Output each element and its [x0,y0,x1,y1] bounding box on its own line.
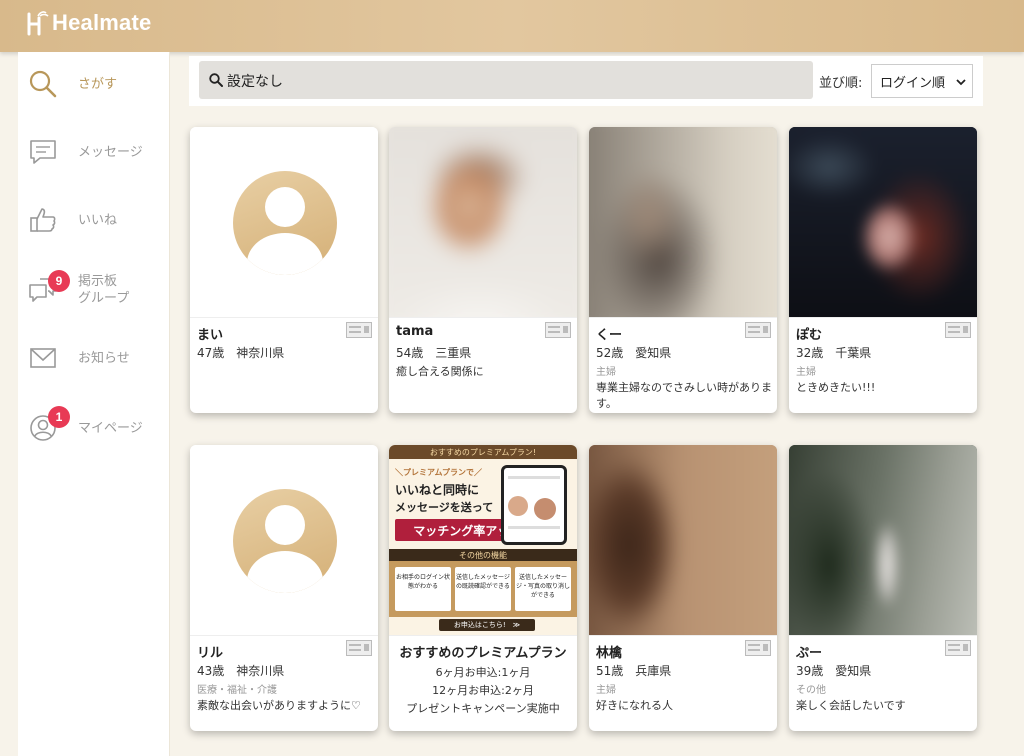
premium-hero-line2: メッセージを送って [395,501,494,514]
sort-label: 並び順: [819,76,863,91]
sidebar-item-message[interactable]: メッセージ [18,124,170,180]
profile-card[interactable]: リル 43歳 神奈川県 医療・福祉・介護 素敵な出会いがありますように♡ [190,445,378,731]
sidebar-item-notice[interactable]: お知らせ [18,330,170,386]
profile-card[interactable]: 林檎 51歳 兵庫県 主婦 好きになれる人 [589,445,777,731]
sidebar-item-label: いいね [78,212,118,228]
profile-name: ぷー [796,646,823,661]
profile-message: 楽しく会話したいです [796,699,906,712]
sidebar-item-label: さがす [78,76,118,92]
premium-hero-caption: ＼プレミアムプランで／ [395,468,482,477]
profile-message: 専業主婦なのでさみしい時がありま す。 [596,381,772,410]
chevron-down-icon [956,79,966,86]
premium-plan-card[interactable]: おすすめのプレミアムプラン! ＼プレミアムプランで／ いいねと同時に メッセージ… [389,445,577,731]
avatar-placeholder-icon [233,489,337,593]
id-card-icon [945,322,971,338]
id-card-icon [745,322,771,338]
app-header: Healmate [0,0,1024,52]
profile-photo [389,127,577,317]
avatar-placeholder-icon [233,171,337,275]
thumbs-up-icon [28,205,58,235]
profile-name: リル [197,646,224,661]
profile-photo [589,445,777,635]
premium-line: 6ヶ月お申込:1ヶ月 [435,666,531,679]
premium-feature-band: その他の機能 [389,549,577,561]
premium-title: おすすめのプレミアムプラン [399,646,567,661]
profile-photo [789,445,977,635]
profile-message: ときめきたい!!! [796,381,876,394]
premium-banner: おすすめのプレミアムプラン! ＼プレミアムプランで／ いいねと同時に メッセージ… [389,445,577,635]
board-badge: 9 [48,270,70,292]
sidebar-item-mypage[interactable]: 1 マイページ [18,400,170,456]
message-icon [28,137,58,167]
profile-name: tama [396,324,434,339]
phone-illustration-icon [501,465,567,545]
profile-job: 主婦 [596,367,616,378]
id-card-icon [346,640,372,656]
logo[interactable]: Healmate [26,8,151,38]
profile-meta: 39歳 愛知県 [796,664,872,678]
search-input[interactable]: 設定なし [199,61,813,99]
profile-message: 癒し合える関係に [396,365,484,378]
premium-hero-line1: いいねと同時に [395,483,480,497]
profile-name: まい [197,328,224,343]
profile-card[interactable]: くー 52歳 愛知県 主婦 専業主婦なのでさみしい時がありま す。 [589,127,777,413]
premium-line: プレゼントキャンペーン実施中 [406,702,560,715]
mail-icon [28,343,58,373]
sidebar-item-likes[interactable]: いいね [18,192,170,248]
profile-job: 医療・福祉・介護 [197,685,277,696]
profile-job: その他 [796,685,826,696]
id-card-icon [545,322,571,338]
sidebar-item-label: 掲示板 グループ [78,274,130,306]
profile-meta: 47歳 神奈川県 [197,346,285,360]
profile-name: 林檎 [596,646,623,661]
sort-value: ログイン順 [880,75,946,91]
premium-line: 12ヶ月お申込:2ヶ月 [432,684,534,697]
logo-text: Healmate [52,10,152,35]
profile-meta: 43歳 神奈川県 [197,664,285,678]
search-icon [209,73,223,87]
profile-name: くー [596,328,623,343]
search-value: 設定なし [227,74,283,90]
sort-select[interactable]: ログイン順 [871,64,973,98]
profile-card[interactable]: ぽむ 32歳 千葉県 主婦 ときめきたい!!! [789,127,977,413]
profile-message: 好きになれる人 [596,699,673,712]
profile-card[interactable]: まい 47歳 神奈川県 [190,127,378,413]
sidebar-item-search[interactable]: さがす [18,56,170,112]
profile-message: 素敵な出会いがありますように♡ [197,699,361,712]
profile-photo [190,445,378,635]
id-card-icon [745,640,771,656]
profile-card[interactable]: ぷー 39歳 愛知県 その他 楽しく会話したいです [789,445,977,731]
mypage-badge: 1 [48,406,70,428]
sidebar: さがす メッセージ いいね 9 掲示板 グループ お知らせ 1 マイページ [18,52,170,756]
sidebar-item-label: お知らせ [78,350,130,366]
search-icon [28,69,58,99]
profile-meta: 54歳 三重県 [396,346,472,360]
search-panel: 設定なし 並び順: ログイン順 [189,56,983,106]
profile-meta: 52歳 愛知県 [596,346,672,360]
premium-feature-1: お相手のログイン状態がわかる [395,567,451,611]
premium-apply-link[interactable]: お申込はこちら! ≫ [439,619,535,631]
premium-feature-2: 送信したメッセージの既読確認ができる [455,567,511,611]
sidebar-item-label: マイページ [78,420,143,436]
premium-banner-top: おすすめのプレミアムプラン! [389,445,577,459]
sidebar-item-label: メッセージ [78,144,143,160]
id-card-icon [346,322,372,338]
profile-job: 主婦 [796,367,816,378]
profile-photo [789,127,977,317]
logo-mark-icon [27,11,49,36]
profile-job: 主婦 [596,685,616,696]
profile-meta: 51歳 兵庫県 [596,664,672,678]
profile-photo [589,127,777,317]
profile-card[interactable]: tama 54歳 三重県 癒し合える関係に [389,127,577,413]
profile-photo [190,127,378,317]
profile-meta: 32歳 千葉県 [796,346,872,360]
premium-feature-3: 送信したメッセージ・写真の取り消しができる [515,567,571,611]
sidebar-item-board[interactable]: 9 掲示板 グループ [18,262,170,318]
id-card-icon [945,640,971,656]
profile-name: ぽむ [796,328,823,343]
